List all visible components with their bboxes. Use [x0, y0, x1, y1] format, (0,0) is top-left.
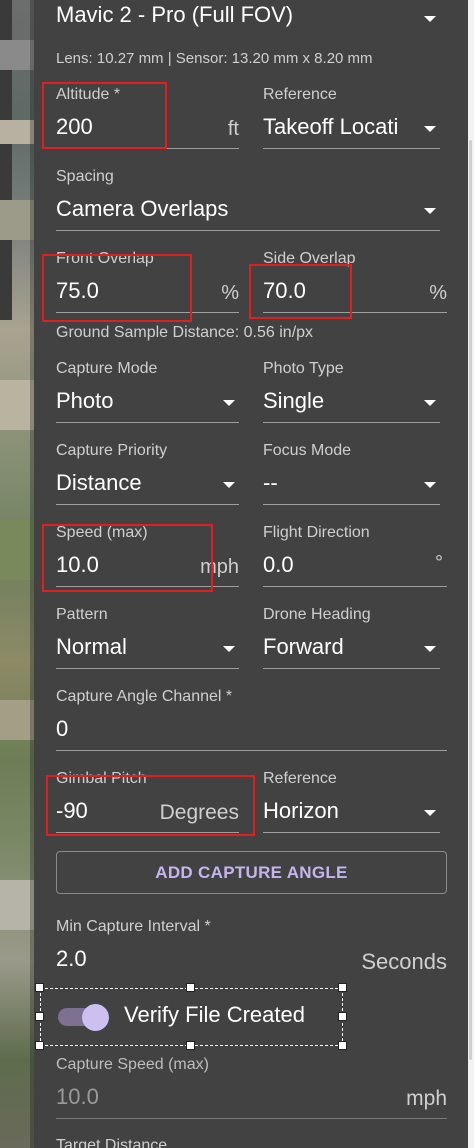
capture-angle-channel-label: Capture Angle Channel *	[56, 688, 233, 705]
photo-type-value: Single	[263, 388, 325, 413]
selection-handle[interactable]	[338, 1041, 347, 1050]
flight-direction-unit: °	[435, 552, 443, 574]
gimbal-reference-label: Reference	[263, 770, 337, 787]
altitude-reference-value: Takeoff Locati	[263, 114, 399, 139]
selection-handle[interactable]	[186, 983, 195, 992]
chevron-down-icon	[223, 482, 235, 488]
selection-handle[interactable]	[338, 1012, 347, 1021]
map-tile	[0, 700, 34, 740]
gimbal-reference-value: Horizon	[263, 798, 339, 823]
scrollbar-thumb[interactable]	[469, 140, 472, 1060]
focus-mode-underline	[263, 504, 440, 505]
drone-heading-underline	[263, 668, 440, 669]
altitude-reference-label: Reference	[263, 86, 337, 103]
capture-mode-underline	[56, 422, 239, 423]
chevron-down-icon	[223, 400, 235, 406]
camera-value: Mavic 2 - Pro (Full FOV)	[56, 2, 294, 27]
front-overlap-unit: %	[221, 282, 239, 304]
capture-priority-select[interactable]: Capture Priority Distance	[56, 442, 239, 506]
focus-mode-value: --	[263, 470, 278, 495]
flight-direction-field[interactable]: Flight Direction 0.0 °	[263, 524, 447, 588]
capture-mode-label: Capture Mode	[56, 360, 158, 377]
selection-handle[interactable]	[35, 983, 44, 992]
chevron-down-icon	[424, 16, 436, 22]
gimbal-reference-select[interactable]: Reference Horizon	[263, 770, 440, 834]
flight-direction-underline	[263, 586, 447, 587]
capture-mode-value: Photo	[56, 388, 114, 413]
photo-type-underline	[263, 422, 440, 423]
target-distance-label: Target Distance	[56, 1137, 168, 1148]
flight-direction-input[interactable]: 0.0	[263, 552, 294, 578]
capture-priority-underline	[56, 504, 239, 505]
highlight-box	[42, 524, 213, 592]
selection-handle[interactable]	[338, 983, 347, 992]
pattern-underline	[56, 668, 239, 669]
chevron-down-icon	[424, 646, 436, 652]
verify-file-toggle-knob[interactable]	[82, 1004, 109, 1031]
capture-speed-unit: mph	[406, 1087, 447, 1110]
photo-type-select[interactable]: Photo Type Single	[263, 360, 440, 424]
capture-angle-channel-field[interactable]: Capture Angle Channel * 0	[56, 688, 447, 752]
drone-heading-value: Forward	[263, 634, 344, 659]
chevron-down-icon	[424, 400, 436, 406]
selection-handle[interactable]	[186, 1041, 195, 1050]
capture-speed-label: Capture Speed (max)	[56, 1056, 209, 1073]
chevron-down-icon	[223, 646, 235, 652]
highlight-box	[46, 775, 255, 836]
map-background	[0, 0, 34, 1148]
selection-handle[interactable]	[35, 1041, 44, 1050]
capture-mode-select[interactable]: Capture Mode Photo	[56, 360, 239, 424]
ground-sample-distance: Ground Sample Distance: 0.56 in/px	[56, 324, 314, 341]
altitude-reference-select[interactable]: Reference Takeoff Locati	[263, 86, 440, 150]
capture-priority-label: Capture Priority	[56, 442, 168, 459]
focus-mode-select[interactable]: Focus Mode --	[263, 442, 440, 506]
selection-handle[interactable]	[35, 1012, 44, 1021]
add-capture-angle-button[interactable]: ADD CAPTURE ANGLE	[56, 851, 447, 894]
map-tile	[0, 520, 34, 580]
chevron-down-icon	[424, 208, 436, 214]
capture-angle-channel-underline	[56, 750, 447, 751]
capture-priority-value: Distance	[56, 470, 142, 495]
capture-speed-field: Capture Speed (max) 10.0 mph	[56, 1056, 447, 1120]
map-tile	[0, 40, 34, 70]
chevron-down-icon	[424, 126, 436, 132]
flight-direction-label: Flight Direction	[263, 524, 370, 541]
map-tile	[0, 880, 34, 930]
drone-heading-label: Drone Heading	[263, 606, 371, 623]
altitude-reference-underline	[263, 148, 440, 149]
photo-type-label: Photo Type	[263, 360, 344, 377]
pattern-label: Pattern	[56, 606, 108, 623]
pattern-select[interactable]: Pattern Normal	[56, 606, 239, 670]
camera-info: Lens: 10.27 mm | Sensor: 13.20 mm x 8.20…	[56, 50, 373, 67]
camera-select[interactable]: Mavic 2 - Pro (Full FOV)	[56, 0, 440, 40]
side-overlap-unit: %	[429, 282, 447, 304]
target-distance-field[interactable]: Target Distance	[56, 1137, 447, 1148]
gimbal-reference-underline	[263, 832, 440, 833]
min-capture-interval-field[interactable]: Min Capture Interval * 2.0 Seconds	[56, 918, 447, 982]
pattern-value: Normal	[56, 634, 127, 659]
min-capture-interval-input[interactable]: 2.0	[56, 946, 87, 972]
map-tile	[0, 380, 34, 430]
highlight-box	[42, 82, 167, 149]
capture-speed-underline	[56, 1118, 447, 1119]
focus-mode-label: Focus Mode	[263, 442, 352, 459]
chevron-down-icon	[424, 482, 436, 488]
highlight-box	[249, 264, 352, 319]
min-capture-interval-label: Min Capture Interval *	[56, 918, 211, 935]
capture-speed-input: 10.0	[56, 1084, 99, 1109]
spacing-underline	[56, 230, 440, 231]
altitude-unit: ft	[227, 118, 239, 140]
min-capture-interval-unit: Seconds	[361, 949, 447, 974]
spacing-select[interactable]: Spacing Camera Overlaps	[56, 168, 440, 232]
highlight-box	[42, 254, 192, 322]
map-tile	[0, 120, 34, 144]
map-tile	[0, 200, 34, 240]
chevron-down-icon	[424, 810, 436, 816]
spacing-label: Spacing	[56, 168, 114, 185]
spacing-value: Camera Overlaps	[56, 196, 229, 221]
capture-angle-channel-input[interactable]: 0	[56, 716, 68, 742]
verify-file-label: Verify File Created	[124, 1002, 305, 1027]
drone-heading-select[interactable]: Drone Heading Forward	[263, 606, 440, 670]
